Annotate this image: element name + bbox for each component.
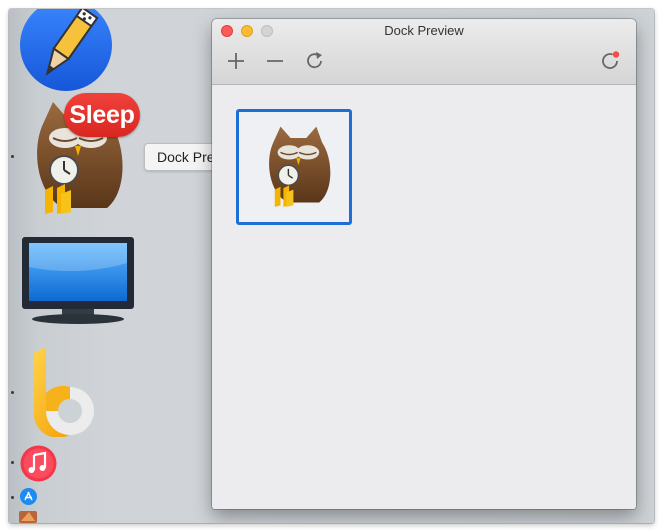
minus-icon[interactable] — [264, 50, 286, 72]
status-dot — [612, 51, 620, 58]
plus-icon[interactable] — [225, 50, 247, 72]
preview-area — [212, 85, 636, 509]
running-indicator — [11, 391, 14, 394]
dock: Sleep Dock Preview — [9, 9, 256, 523]
running-indicator — [11, 155, 14, 158]
refresh-icon[interactable] — [304, 50, 326, 72]
tv-app-icon[interactable] — [20, 237, 136, 325]
sleep-badge: Sleep — [64, 93, 140, 137]
screenshot-frame: Sleep Dock Preview Dock Preview — [9, 9, 654, 523]
titlebar-toolbar: Dock Preview — [212, 19, 636, 85]
notes-app-icon[interactable] — [20, 9, 112, 91]
window-title: Dock Preview — [384, 23, 464, 38]
b-app-icon[interactable] — [24, 347, 102, 437]
status-refresh-icon[interactable] — [599, 50, 621, 72]
owl-preview-icon — [269, 126, 331, 207]
music-app-icon[interactable] — [20, 445, 57, 482]
partial-app-icon[interactable] — [17, 509, 39, 523]
running-indicator — [11, 461, 14, 464]
selected-preview-tile[interactable] — [236, 109, 352, 225]
dock-preview-window: Dock Preview — [212, 19, 636, 509]
running-indicator — [11, 496, 14, 499]
app-store-icon[interactable] — [20, 488, 37, 505]
